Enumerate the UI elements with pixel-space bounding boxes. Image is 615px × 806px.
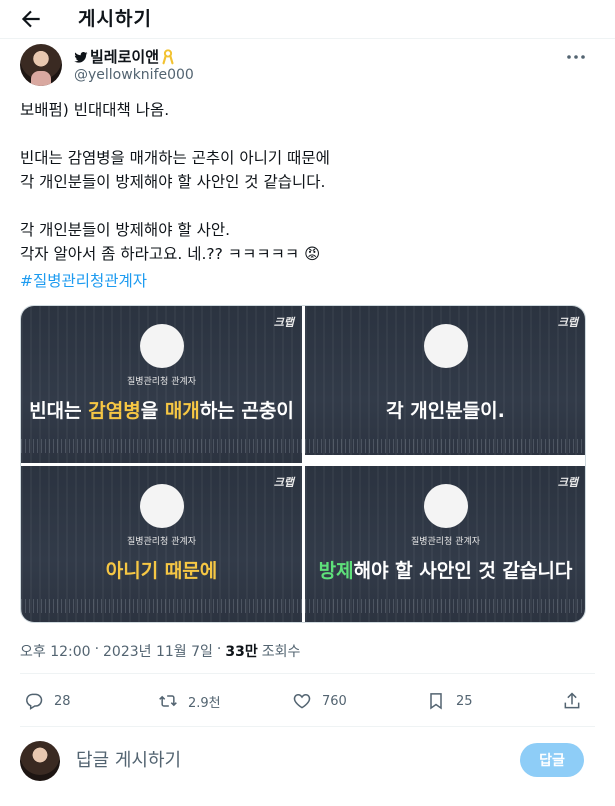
my-avatar: [20, 741, 60, 781]
hashtag-link[interactable]: #질병관리청관계자: [20, 269, 147, 293]
heart-icon: [293, 693, 311, 709]
government-seal-icon: [139, 324, 184, 368]
audio-waveform: [305, 439, 585, 453]
caption-part-highlight: 매개: [164, 400, 200, 422]
subtitle-caption: 아니기 때문에: [21, 556, 302, 583]
actions-divider: [20, 726, 595, 727]
views-label: 조회수: [261, 644, 301, 660]
caption-part: 빈대는: [29, 400, 89, 422]
subtitle-caption: 빈대는 감염병을 매개하는 곤충이: [21, 396, 302, 423]
reply-button[interactable]: 답글: [520, 743, 584, 777]
caption-part-highlight: 감염병: [88, 400, 141, 422]
audio-waveform: [21, 439, 302, 453]
caption-part-highlight: 방제: [318, 560, 354, 582]
author-handle[interactable]: @yellowknife000: [74, 67, 194, 83]
reply-count: 28: [54, 693, 71, 709]
back-arrow-icon[interactable]: [18, 6, 44, 32]
like-action[interactable]: 760: [292, 689, 347, 713]
caption-part: 해야 할 사안인 것 같습니다: [353, 560, 573, 582]
media-image-1[interactable]: 크랩 질병관리청 관계자 빈대는 감염병을 매개하는 곤충이: [21, 306, 302, 463]
media-image-4[interactable]: 크랩 질병관리청 관계자 방제해야 할 사안인 것 같습니다: [305, 466, 585, 622]
post-date[interactable]: 2023년 11월 7일: [103, 641, 213, 661]
retweet-icon: [159, 695, 177, 707]
media-grid: 크랩 질병관리청 관계자 빈대는 감염병을 매개하는 곤충이 크랩 각 개인분들…: [20, 305, 586, 623]
meta-separator: ·: [94, 641, 100, 657]
author-display-name: 빌레로이앤: [90, 48, 160, 66]
government-seal-icon: [423, 484, 468, 528]
subtitle-caption: 방제해야 할 사안인 것 같습니다: [305, 556, 585, 583]
yellow-ribbon-icon: [162, 48, 174, 64]
header-divider: [0, 38, 615, 39]
government-seal-icon: [423, 324, 468, 368]
watermark: 크랩: [273, 476, 294, 489]
share-icon: [564, 692, 580, 709]
views-count: 33만: [225, 644, 258, 660]
reply-action[interactable]: 28: [24, 689, 71, 713]
reply-icon: [26, 693, 43, 710]
media-image-2[interactable]: 크랩 각 개인분들이.: [305, 306, 585, 463]
government-seal-icon: [139, 484, 184, 528]
audio-waveform: [305, 599, 585, 613]
caption-part: 을: [140, 400, 165, 422]
speaker-label: 질병관리청 관계자: [126, 537, 197, 547]
like-count: 760: [322, 693, 347, 709]
page-title: 게시하기: [78, 8, 152, 30]
divider-band: [305, 455, 585, 463]
twitter-bird-icon: [74, 51, 88, 63]
reply-input[interactable]: [76, 746, 476, 774]
top-bar: 게시하기: [0, 0, 615, 38]
subtitle-caption: 각 개인분들이.: [305, 396, 585, 423]
author-name-row[interactable]: 빌레로이앤: [74, 46, 175, 67]
retweet-action[interactable]: 2.9천: [158, 689, 221, 713]
bookmark-count: 25: [456, 693, 473, 709]
speaker-label: 질병관리청 관계자: [410, 537, 481, 547]
watermark: 크랩: [273, 316, 294, 329]
audio-waveform: [21, 599, 302, 613]
bookmark-icon: [430, 693, 442, 710]
action-bar: 28 2.9천 760 25: [0, 685, 615, 717]
watermark: 크랩: [557, 476, 578, 489]
caption-part: 각 개인분들이.: [386, 400, 505, 422]
meta-divider: [20, 673, 595, 674]
speaker-label: 질병관리청 관계자: [126, 377, 197, 387]
caption-part-highlight: 아니기 때문에: [105, 560, 218, 582]
post-time[interactable]: 오후 12:00: [20, 641, 91, 661]
caption-part: 하는 곤충이: [199, 400, 294, 422]
tweet-text: 보배펌) 빈대대책 나옴. 빈대는 감염병을 매개하는 곤추이 아니기 때문에 …: [20, 101, 330, 263]
tweet-meta: 오후 12:00 · 2023년 11월 7일 · 33만 조회수: [20, 641, 300, 661]
meta-separator: ·: [216, 641, 222, 657]
retweet-count: 2.9천: [188, 695, 221, 711]
media-image-3[interactable]: 크랩 질병관리청 관계자 아니기 때문에: [21, 466, 302, 622]
author-avatar[interactable]: [20, 44, 62, 86]
share-action[interactable]: [562, 689, 582, 713]
more-options-icon[interactable]: [566, 50, 586, 64]
watermark: 크랩: [557, 316, 578, 329]
bookmark-action[interactable]: 25: [426, 689, 473, 713]
